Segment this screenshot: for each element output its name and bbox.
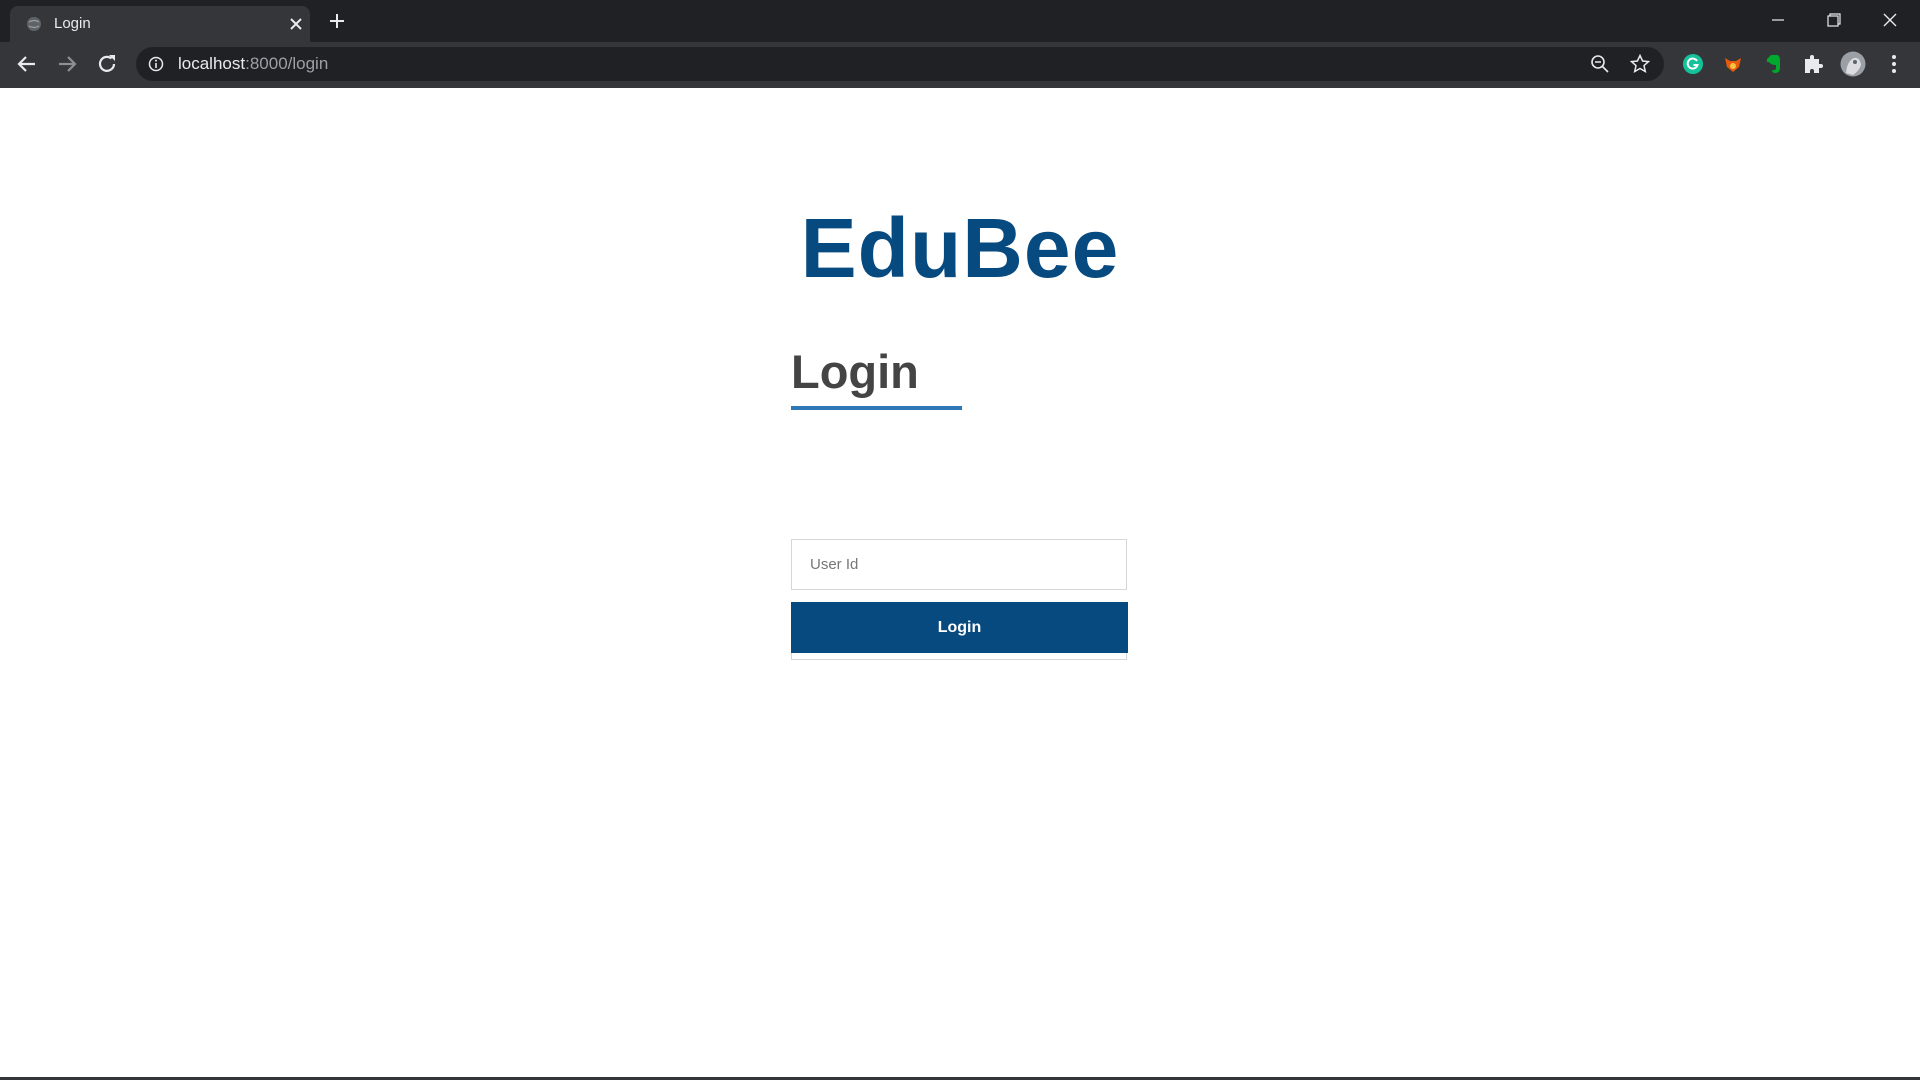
reload-icon[interactable] xyxy=(95,52,119,76)
address-bar[interactable]: localhost:8000/login xyxy=(136,47,1664,81)
browser-chrome: Login localhost:8000/login xyxy=(0,0,1920,88)
grammarly-icon[interactable] xyxy=(1682,53,1704,75)
puzzle-icon[interactable] xyxy=(1802,53,1824,75)
heading-underline xyxy=(791,406,962,410)
avatar[interactable] xyxy=(1840,51,1866,77)
tab-strip: Login xyxy=(0,0,1920,42)
brand-logo: EduBee xyxy=(800,201,1120,295)
restore-button[interactable] xyxy=(1806,0,1862,40)
globe-icon xyxy=(27,17,41,31)
close-window-button[interactable] xyxy=(1862,0,1918,40)
minimize-icon xyxy=(1772,19,1784,21)
plus-icon[interactable] xyxy=(328,12,346,30)
user-id-field[interactable] xyxy=(791,539,1127,590)
zoom-icon[interactable] xyxy=(1590,54,1610,74)
fox-icon[interactable] xyxy=(1722,53,1744,75)
tab-login[interactable]: Login xyxy=(10,6,310,42)
url-path: :8000/login xyxy=(245,54,329,73)
star-icon[interactable] xyxy=(1630,54,1650,74)
forward-icon[interactable] xyxy=(55,52,79,76)
login-button[interactable]: Login xyxy=(791,602,1128,653)
url-text[interactable]: localhost:8000/login xyxy=(178,54,328,74)
kebab-menu-icon[interactable] xyxy=(1882,52,1906,76)
restore-icon xyxy=(1827,13,1841,27)
close-icon[interactable] xyxy=(288,16,304,32)
evernote-icon[interactable] xyxy=(1762,53,1784,75)
close-window-icon xyxy=(1883,13,1897,27)
url-host: localhost xyxy=(178,54,246,73)
back-icon[interactable] xyxy=(15,52,39,76)
info-icon[interactable] xyxy=(148,56,164,72)
tab-title: Login xyxy=(54,15,91,32)
page-title: Login xyxy=(791,345,919,398)
minimize-button[interactable] xyxy=(1750,0,1806,40)
